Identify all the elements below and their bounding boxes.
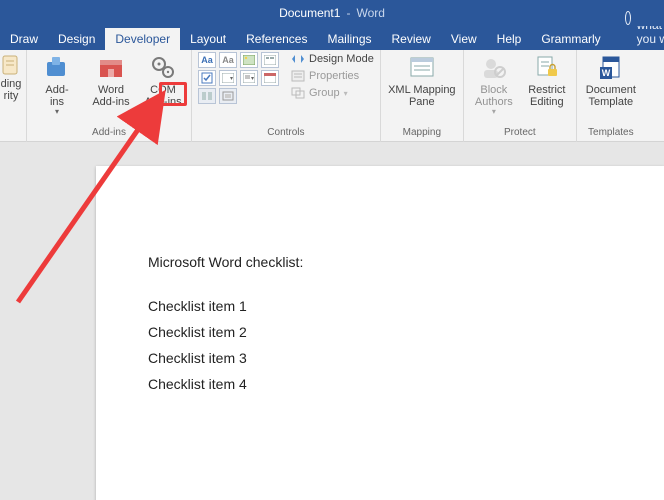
doc-heading: Microsoft Word checklist:	[148, 254, 612, 270]
chevron-down-icon: ▾	[55, 108, 59, 116]
tab-design[interactable]: Design	[48, 28, 105, 50]
block-authors-button[interactable]: Block Authors ▾	[470, 52, 518, 116]
picture-control-icon[interactable]	[240, 52, 258, 68]
restrict-editing-button[interactable]: Restrict Editing	[524, 52, 570, 108]
group-templates: W Document Template Templates	[577, 50, 645, 142]
tab-review[interactable]: Review	[382, 28, 441, 50]
tab-mailings[interactable]: Mailings	[317, 28, 381, 50]
group-protect: Block Authors ▾ Restrict Editing Protect	[464, 50, 577, 142]
lightbulb-icon	[625, 11, 631, 25]
chevron-down-icon: ▾	[492, 108, 496, 116]
chevron-down-icon: ▾	[344, 89, 348, 98]
addins-button[interactable]: Add- ins ▾	[33, 52, 81, 116]
group-label-mapping: Mapping	[387, 127, 457, 140]
tab-developer[interactable]: Developer	[105, 28, 180, 50]
scroll-icon	[1, 54, 21, 78]
gears-icon	[149, 54, 177, 82]
xml-mapping-icon	[408, 54, 436, 82]
group-label-protect: Protect	[470, 127, 570, 140]
group-mapping: XML Mapping Pane Mapping	[381, 50, 464, 142]
document-template-icon: W	[597, 54, 625, 82]
tab-help[interactable]: Help	[487, 28, 532, 50]
design-mode-icon	[291, 52, 305, 66]
plain-text-control-icon[interactable]: Aa	[219, 52, 237, 68]
svg-text:W: W	[602, 68, 611, 78]
com-addins-button[interactable]: COM Add-ins	[141, 52, 185, 108]
group-label-templates: Templates	[583, 127, 639, 140]
tab-layout[interactable]: Layout	[180, 28, 236, 50]
group-controls: Aa Aa	[192, 50, 381, 142]
group-label-controls: Controls	[198, 127, 374, 140]
list-item: Checklist item 1	[148, 298, 612, 314]
repeating-control-icon[interactable]	[198, 88, 216, 104]
title-separator: -	[346, 6, 350, 20]
group-addins: Add- ins ▾ Word Add-ins COM Add-ins Add-…	[27, 50, 192, 142]
date-picker-control-icon[interactable]	[261, 70, 279, 86]
rich-text-control-icon[interactable]: Aa	[198, 52, 216, 68]
xml-mapping-button[interactable]: XML Mapping Pane	[387, 52, 457, 108]
tab-draw[interactable]: Draw	[0, 28, 48, 50]
design-mode-button[interactable]: Design Mode	[291, 52, 374, 66]
group-icon	[291, 86, 305, 100]
list-item: Checklist item 4	[148, 376, 612, 392]
checkbox-control-icon[interactable]	[198, 70, 216, 86]
page[interactable]: Microsoft Word checklist: Checklist item…	[96, 166, 664, 500]
restrict-editing-icon	[533, 54, 561, 82]
tab-references[interactable]: References	[236, 28, 317, 50]
document-area: Microsoft Word checklist: Checklist item…	[0, 142, 664, 500]
group-label-addins: Add-ins	[33, 127, 185, 140]
content-controls-gallery: Aa Aa	[198, 52, 279, 104]
document-name: Document1	[279, 6, 340, 20]
app-name: Word	[356, 6, 384, 20]
addins-icon	[43, 54, 71, 82]
block-authors-icon	[480, 54, 508, 82]
dropdown-control-icon[interactable]	[240, 70, 258, 86]
tab-grammarly[interactable]: Grammarly	[531, 28, 610, 50]
group-button[interactable]: Group ▾	[291, 86, 374, 100]
properties-button[interactable]: Properties	[291, 69, 374, 83]
store-icon	[97, 54, 125, 82]
legacy-tools-icon[interactable]	[219, 88, 237, 104]
word-addins-button[interactable]: Word Add-ins	[87, 52, 135, 108]
ribbon: ding rity Add- ins ▾ Word Add-ins COM Ad…	[0, 50, 664, 142]
tab-view[interactable]: View	[441, 28, 487, 50]
properties-icon	[291, 69, 305, 83]
list-item: Checklist item 2	[148, 324, 612, 340]
combo-box-control-icon[interactable]	[219, 70, 237, 86]
title-bar: Document1 - Word	[0, 0, 664, 26]
list-item: Checklist item 3	[148, 350, 612, 366]
partial-left-button[interactable]: ding rity	[2, 52, 20, 102]
ribbon-tabs: Draw Design Developer Layout References …	[0, 26, 664, 50]
document-template-button[interactable]: W Document Template	[583, 52, 639, 108]
building-block-control-icon[interactable]	[261, 52, 279, 68]
